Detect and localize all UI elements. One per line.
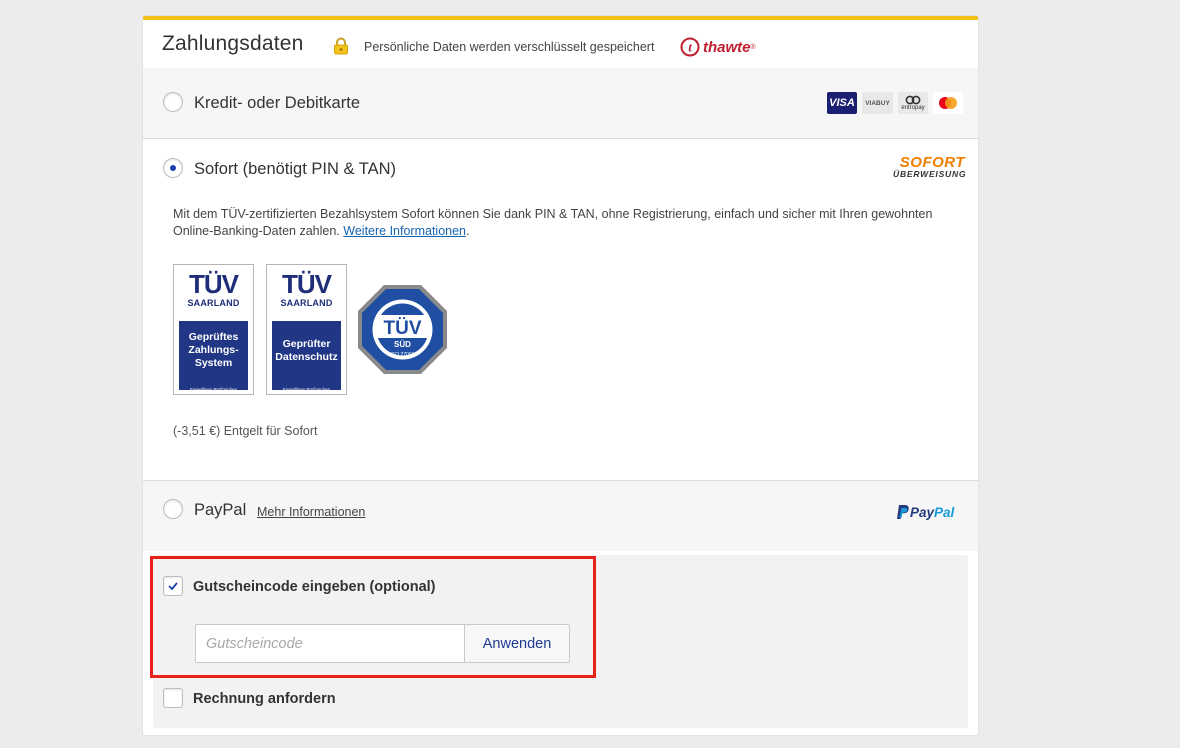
- tuv-sud-brand: TÜV: [384, 318, 422, 339]
- option-card-row[interactable]: Kredit- oder Debitkarte VISA VIABUY entr…: [143, 68, 978, 138]
- secure-storage-note: Persönliche Daten werden verschlüsselt g…: [364, 40, 655, 54]
- svg-text:t: t: [688, 40, 692, 55]
- thawte-logo: t thawte ®: [680, 37, 756, 57]
- tuv-sud-sub: SÜD: [394, 340, 411, 349]
- sofort-more-info-link[interactable]: Weitere Informationen: [343, 224, 466, 238]
- sofort-logo: SOFORT ÜBERWEISUNG: [893, 154, 967, 179]
- tuv-sud-iso: ISO 27001: [391, 352, 415, 358]
- invoice-checkbox[interactable]: [163, 688, 183, 708]
- tuv-badge-line1: Geprüfter: [282, 337, 331, 350]
- page-title: Zahlungsdaten: [162, 32, 304, 55]
- lock-icon: [334, 37, 348, 55]
- voucher-highlight-box: [150, 556, 596, 678]
- tuv-badge-footnote: Freiwilliges Prüfzeichen: [189, 387, 238, 392]
- tuv-badge-brand: TÜV: [282, 269, 332, 299]
- tuv-badge-brand: TÜV: [189, 269, 239, 299]
- tuv-badge-body: Geprüfter Datenschutz: [272, 321, 341, 390]
- paypal-logo-pal: Pal: [934, 504, 955, 520]
- entropay-icon: [905, 95, 921, 105]
- option-sofort-label[interactable]: Sofort (benötigt PIN & TAN): [194, 160, 396, 179]
- radio-card[interactable]: [163, 92, 183, 112]
- tuv-badge-line3: System: [194, 357, 233, 369]
- viabuy-logo: VIABUY: [862, 92, 893, 114]
- paypal-more-info-link[interactable]: Mehr Informationen: [257, 505, 365, 519]
- option-paypal-label[interactable]: PayPal: [194, 501, 246, 520]
- thawte-wordmark: thawte: [703, 38, 751, 56]
- sofort-description: Mit dem TÜV-zertifizierten Bezahlsystem …: [173, 207, 933, 238]
- mastercard-icon: [939, 97, 957, 109]
- sofort-description-text: Mit dem TÜV-zertifizierten Bezahlsystem …: [173, 207, 933, 238]
- paypal-logo: Pay Pal: [896, 504, 954, 520]
- option-card-label[interactable]: Kredit- oder Debitkarte: [194, 94, 360, 113]
- invoice-checkbox-label[interactable]: Rechnung anfordern: [193, 691, 336, 707]
- option-paypal-row[interactable]: PayPal Mehr Informationen: [143, 481, 978, 551]
- tuv-badge-header: TÜV SAARLAND: [272, 270, 341, 320]
- sofort-fee: (-3,51 €) Entgelt für Sofort: [173, 424, 318, 438]
- tuv-badge-payment: TÜV SAARLAND Geprüftes Zahlungs- System …: [173, 264, 254, 395]
- tuv-badge-region: SAARLAND: [280, 298, 333, 308]
- thawte-t-icon: t: [680, 37, 700, 57]
- sofort-logo-main: SOFORT: [899, 154, 965, 171]
- paypal-p-icon: [897, 505, 909, 519]
- tuv-sud-seal: TÜV SÜD ISO 27001: [358, 285, 447, 374]
- tuv-badge-line2: Datenschutz: [275, 350, 338, 363]
- thawte-trademark: ®: [750, 43, 756, 51]
- entropay-logo: entropay: [898, 92, 928, 114]
- tuv-badge-header: TÜV SAARLAND: [179, 270, 248, 320]
- tuv-badge-region: SAARLAND: [187, 298, 240, 308]
- radio-sofort[interactable]: [163, 158, 183, 178]
- mastercard-logo: [933, 92, 963, 114]
- tuv-badge-body: Geprüftes Zahlungs- System: [179, 321, 248, 390]
- tuv-badge-line1: Geprüftes: [188, 331, 239, 343]
- tuv-badge-privacy: TÜV SAARLAND Geprüfter Datenschutz Freiw…: [266, 264, 347, 395]
- sofort-logo-sub: ÜBERWEISUNG: [893, 169, 967, 179]
- tuv-badge-line2: Zahlungs-: [188, 344, 239, 356]
- paypal-logo-pay: Pay: [910, 504, 935, 520]
- radio-paypal[interactable]: [163, 499, 183, 519]
- payment-header: Zahlungsdaten Persönliche Daten werden v…: [143, 20, 978, 68]
- visa-logo: VISA: [827, 92, 857, 114]
- tuv-badge-footnote: Freiwilliges Prüfzeichen: [282, 387, 331, 392]
- entropay-text: entropay: [901, 105, 925, 111]
